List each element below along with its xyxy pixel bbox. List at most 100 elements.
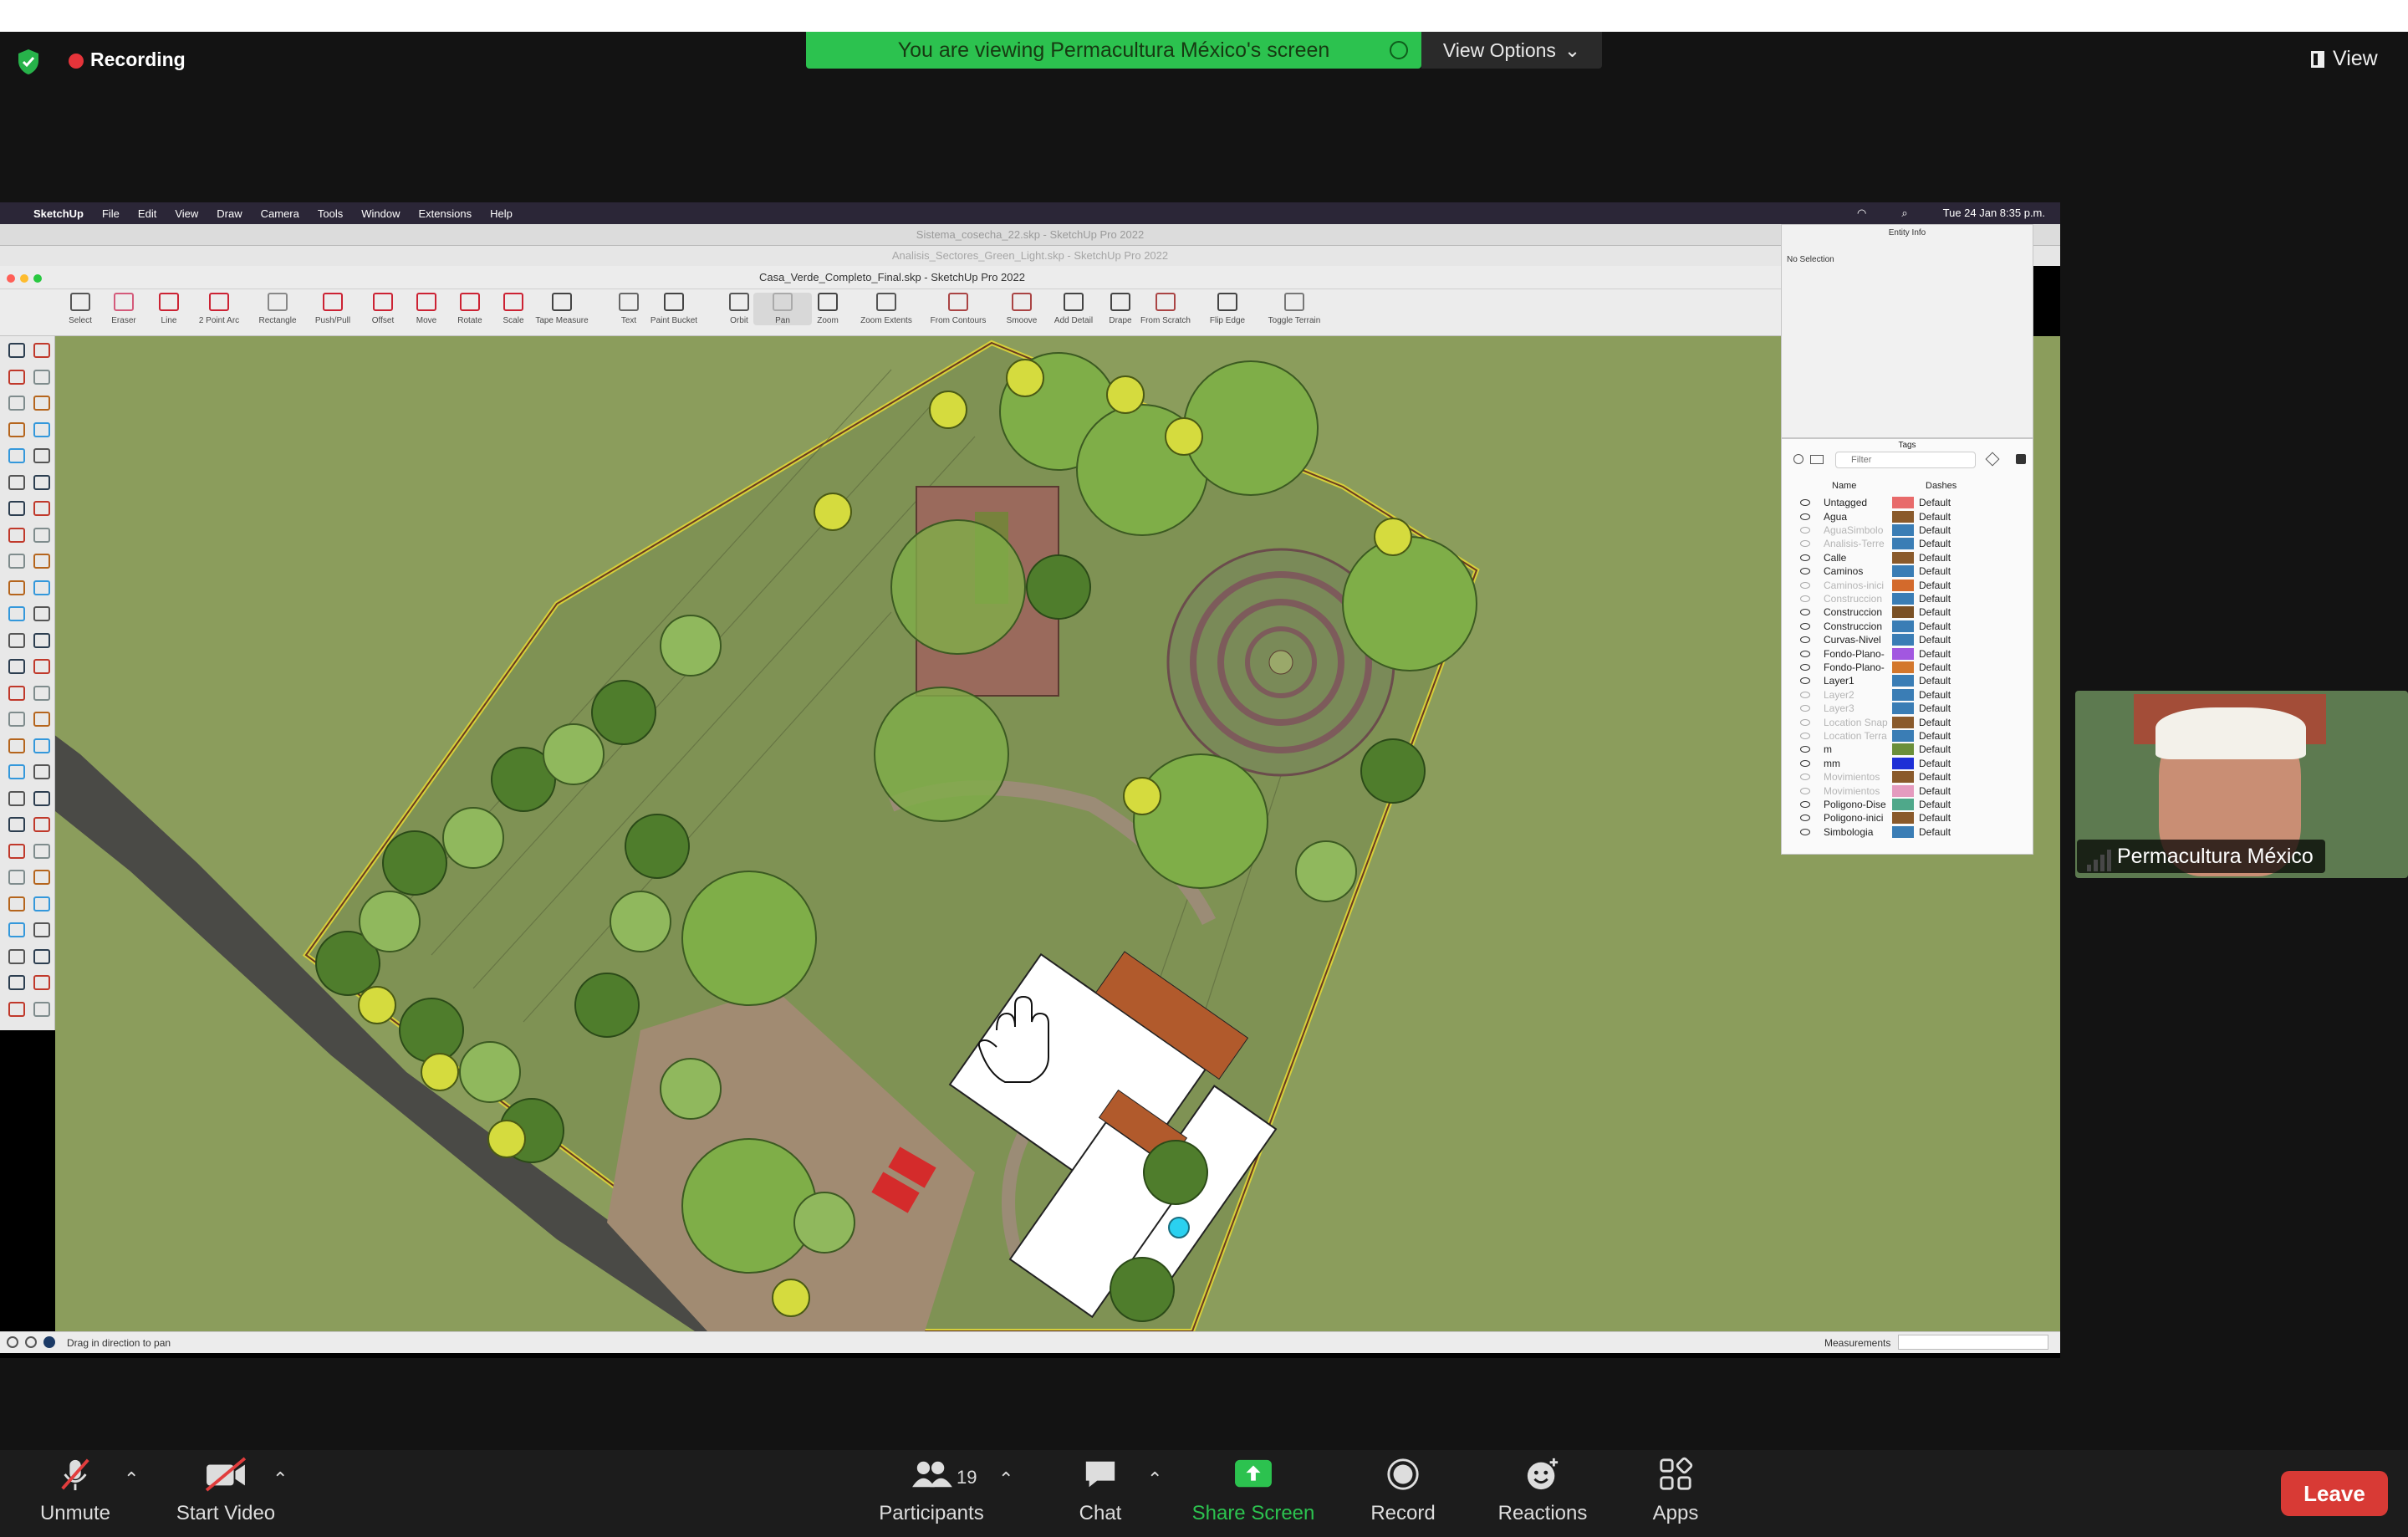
palette-tool-icon[interactable] bbox=[33, 659, 50, 674]
palette-tool-icon[interactable] bbox=[8, 896, 25, 911]
palette-tool-icon[interactable] bbox=[8, 922, 25, 937]
palette-tool-icon[interactable] bbox=[33, 369, 50, 385]
tag-color-swatch[interactable] bbox=[1892, 729, 1914, 742]
maximize-window-icon[interactable] bbox=[33, 274, 42, 283]
eye-visible-icon[interactable] bbox=[1800, 828, 1810, 835]
eye-visible-icon[interactable] bbox=[1800, 568, 1810, 575]
palette-tool-icon[interactable] bbox=[8, 948, 25, 964]
palette-tool-icon[interactable] bbox=[8, 421, 25, 437]
palette-tool-icon[interactable] bbox=[33, 1001, 50, 1017]
tag-dashes[interactable]: Default bbox=[1919, 524, 1951, 536]
tag-name[interactable]: Poligono-Dise bbox=[1824, 799, 1892, 810]
tag-color-swatch[interactable] bbox=[1892, 716, 1914, 728]
tag-color-swatch[interactable] bbox=[1892, 538, 1914, 550]
palette-tool-icon[interactable] bbox=[8, 474, 25, 490]
search-icon[interactable]: ⌕ bbox=[1901, 207, 1907, 220]
status-geo-icon[interactable] bbox=[43, 1336, 55, 1348]
tag-row[interactable]: Caminos Default bbox=[1782, 564, 2033, 578]
tag-row[interactable]: Analisis-Terre Default bbox=[1782, 537, 2033, 550]
tag-dashes[interactable]: Default bbox=[1919, 689, 1951, 701]
palette-tool-icon[interactable] bbox=[8, 606, 25, 621]
recording-label[interactable]: Recording bbox=[90, 49, 186, 71]
tag-options-icon[interactable] bbox=[2016, 454, 2026, 464]
leave-button[interactable]: Leave bbox=[2281, 1471, 2388, 1516]
tag-name[interactable]: Layer1 bbox=[1824, 675, 1892, 687]
participant-video-tile[interactable]: Permacultura México bbox=[2075, 691, 2408, 878]
menu-extensions[interactable]: Extensions bbox=[418, 207, 472, 220]
tag-dashes[interactable]: Default bbox=[1919, 717, 1951, 728]
tag-dashes[interactable]: Default bbox=[1919, 812, 1951, 824]
measurements-input[interactable] bbox=[1898, 1335, 2048, 1350]
tag-dashes[interactable]: Default bbox=[1919, 675, 1951, 687]
security-shield-icon[interactable] bbox=[17, 49, 40, 75]
tag-color-swatch[interactable] bbox=[1892, 647, 1914, 660]
tag-color-swatch[interactable] bbox=[1892, 825, 1914, 838]
palette-tool-icon[interactable] bbox=[33, 474, 50, 490]
tag-row[interactable]: Poligono-inici Default bbox=[1782, 811, 2033, 825]
tag-dashes[interactable]: Default bbox=[1919, 620, 1951, 632]
tag-dashes[interactable]: Default bbox=[1919, 661, 1951, 673]
eye-visible-icon[interactable] bbox=[1800, 609, 1810, 616]
tag-name[interactable]: m bbox=[1824, 743, 1892, 755]
tag-name[interactable]: Movimientos bbox=[1824, 771, 1892, 783]
tag-dashes[interactable]: Default bbox=[1919, 743, 1951, 755]
palette-tool-icon[interactable] bbox=[33, 448, 50, 463]
eye-hidden-icon[interactable] bbox=[1800, 526, 1810, 534]
tags-col-dashes[interactable]: Dashes bbox=[1926, 481, 1956, 491]
tag-row[interactable]: Layer1 Default bbox=[1782, 674, 2033, 687]
add-tag-icon[interactable] bbox=[1793, 454, 1803, 464]
chat-options-chevron[interactable]: ⌃ bbox=[1147, 1468, 1162, 1490]
tag-row[interactable]: m Default bbox=[1782, 743, 2033, 756]
eye-visible-icon[interactable] bbox=[1800, 746, 1810, 753]
eye-visible-icon[interactable] bbox=[1800, 636, 1810, 644]
eye-hidden-icon[interactable] bbox=[1800, 732, 1810, 739]
tag-color-swatch[interactable] bbox=[1892, 565, 1914, 578]
eye-hidden-icon[interactable] bbox=[1800, 787, 1810, 794]
tag-row[interactable]: Caminos-inici Default bbox=[1782, 578, 2033, 591]
palette-tool-icon[interactable] bbox=[33, 421, 50, 437]
tool-rectangle[interactable]: Rectangle bbox=[248, 293, 307, 325]
tag-color-swatch[interactable] bbox=[1892, 592, 1914, 605]
view-button[interactable]: View bbox=[2311, 47, 2378, 71]
tags-col-name[interactable]: Name bbox=[1832, 481, 1856, 491]
status-info-icon[interactable] bbox=[7, 1336, 18, 1348]
menu-window[interactable]: Window bbox=[361, 207, 400, 220]
palette-tool-icon[interactable] bbox=[8, 501, 25, 516]
tag-color-swatch[interactable] bbox=[1892, 688, 1914, 701]
palette-tool-icon[interactable] bbox=[33, 685, 50, 701]
tag-name[interactable]: Caminos-inici bbox=[1824, 580, 1892, 591]
palette-tool-icon[interactable] bbox=[8, 632, 25, 648]
tool-toggle-terrain[interactable]: Toggle Terrain bbox=[1265, 293, 1324, 325]
eye-hidden-icon[interactable] bbox=[1800, 691, 1810, 698]
close-window-icon[interactable] bbox=[7, 274, 15, 283]
eye-visible-icon[interactable] bbox=[1800, 499, 1810, 507]
palette-tool-icon[interactable] bbox=[8, 764, 25, 779]
view-options-button[interactable]: View Options ⌄ bbox=[1421, 32, 1602, 69]
palette-tool-icon[interactable] bbox=[33, 396, 50, 411]
palette-tool-icon[interactable] bbox=[8, 580, 25, 595]
tag-dashes[interactable]: Default bbox=[1919, 593, 1951, 605]
tool-smoove[interactable]: Smoove bbox=[992, 293, 1051, 325]
palette-tool-icon[interactable] bbox=[8, 870, 25, 885]
palette-tool-icon[interactable] bbox=[33, 527, 50, 543]
menu-help[interactable]: Help bbox=[490, 207, 513, 220]
tag-color-swatch[interactable] bbox=[1892, 702, 1914, 715]
palette-tool-icon[interactable] bbox=[33, 843, 50, 859]
tag-row[interactable]: Location Terra Default bbox=[1782, 729, 2033, 743]
video-options-chevron[interactable]: ⌃ bbox=[273, 1468, 288, 1490]
tag-row[interactable]: Layer2 Default bbox=[1782, 688, 2033, 702]
tag-name[interactable]: Layer3 bbox=[1824, 702, 1892, 714]
tool-tape-measure[interactable]: Tape Measure bbox=[533, 293, 591, 325]
background-window-title-2[interactable]: Analisis_Sectores_Green_Light.skp - Sket… bbox=[0, 246, 2060, 266]
minimize-window-icon[interactable] bbox=[20, 274, 28, 283]
tag-row[interactable]: Movimientos Default bbox=[1782, 770, 2033, 784]
tag-color-swatch[interactable] bbox=[1892, 743, 1914, 756]
palette-tool-icon[interactable] bbox=[33, 632, 50, 648]
eye-visible-icon[interactable] bbox=[1800, 814, 1810, 822]
palette-tool-icon[interactable] bbox=[8, 1001, 25, 1017]
tag-row[interactable]: Movimientos Default bbox=[1782, 784, 2033, 797]
eye-visible-icon[interactable] bbox=[1800, 663, 1810, 671]
tag-row[interactable]: AguaSimbolo Default bbox=[1782, 523, 2033, 537]
eye-hidden-icon[interactable] bbox=[1800, 581, 1810, 589]
eyedropper-icon[interactable] bbox=[1985, 452, 2000, 467]
